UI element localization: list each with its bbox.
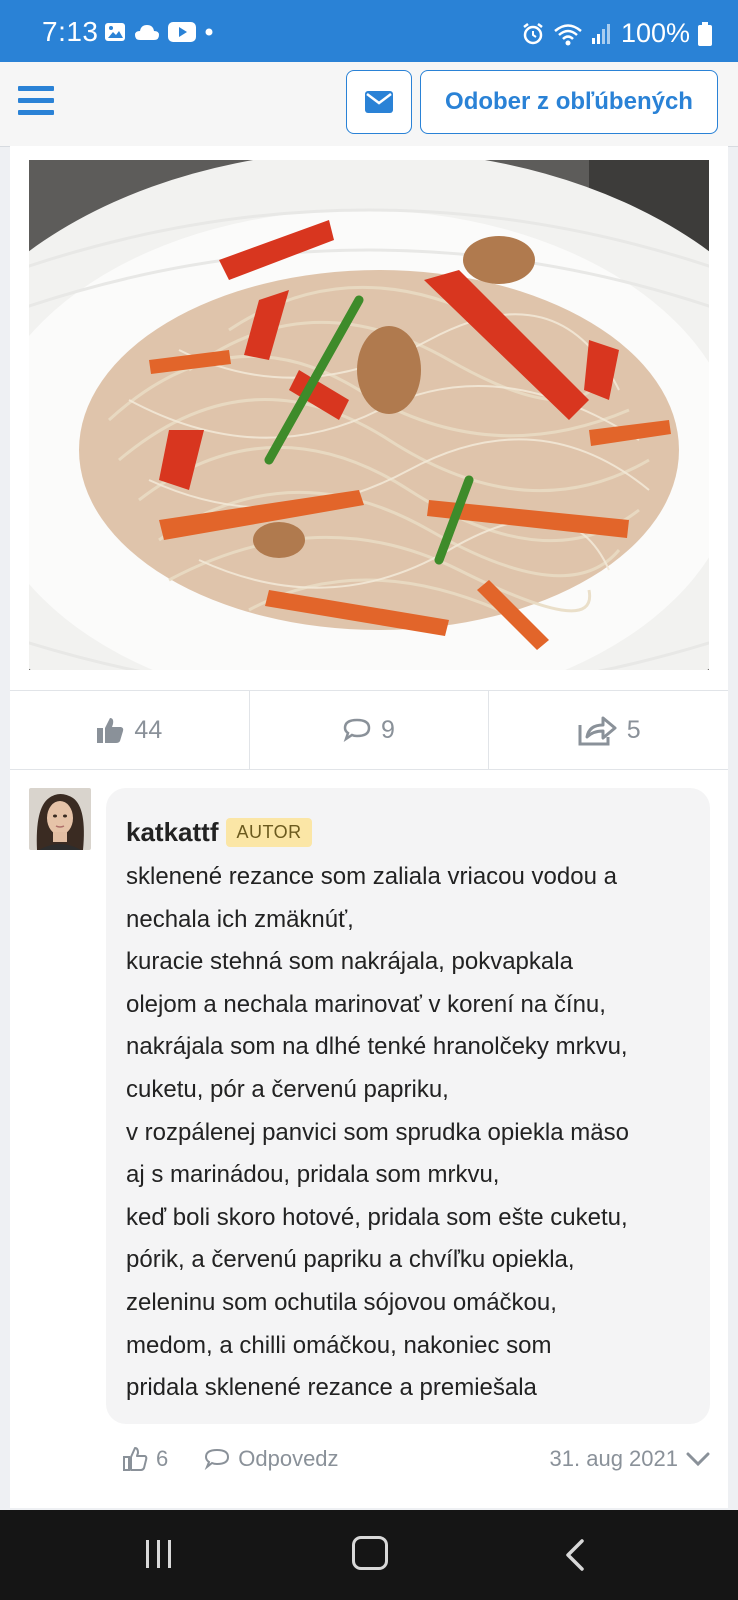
chevron-down-icon[interactable] xyxy=(686,1451,710,1467)
comment-like-button[interactable]: 6 xyxy=(122,1446,168,1472)
comment-line: medom, a chilli omáčkou, nakoniec som xyxy=(126,1331,552,1359)
share-icon xyxy=(578,716,617,746)
alarm-icon xyxy=(523,22,543,44)
comment-line: pridala sklenené rezance a premiešala xyxy=(126,1374,537,1402)
thumbs-up-outline-icon xyxy=(123,1447,148,1471)
author-badge: AUTOR xyxy=(226,817,312,847)
comment-count: 9 xyxy=(381,715,395,744)
recents-icon[interactable] xyxy=(146,1540,171,1568)
comment-line: nechala ich zmäknúť, xyxy=(126,905,354,933)
thumbs-up-icon xyxy=(97,718,124,743)
comment-line: aj s marinádou, pridala som mrkvu, xyxy=(126,1161,500,1189)
status-bar: 7:13 100% xyxy=(0,0,738,62)
message-button[interactable] xyxy=(346,70,412,134)
comment-author-row: katkattf AUTOR xyxy=(126,810,690,854)
back-icon[interactable] xyxy=(564,1538,586,1572)
status-time: 7:13 xyxy=(42,16,99,47)
comment-line: sklenené rezance som zaliala vriacou vod… xyxy=(126,863,617,890)
post-stats-bar: 44 9 5 xyxy=(10,690,728,770)
reply-bubble-icon xyxy=(204,1448,230,1471)
avatar[interactable] xyxy=(29,788,91,850)
reply-label: Odpovedz xyxy=(238,1446,339,1471)
remove-from-favorites-button[interactable]: Odober z obľúbených xyxy=(420,70,718,134)
comment-text: sklenené rezance som zaliala vriacou vod… xyxy=(126,856,690,1410)
comments-button[interactable]: 9 xyxy=(248,691,489,769)
app-header: Odober z obľúbených xyxy=(0,62,738,147)
like-button[interactable]: 44 xyxy=(10,691,249,769)
recipe-post-card: 44 9 5 katkattf AUTOR sklenené rezance s… xyxy=(10,146,728,1508)
comment-line: pórik, a červenú papriku a chvíľku opiek… xyxy=(126,1246,575,1274)
comment-author[interactable]: katkattf xyxy=(126,817,218,848)
comment-line: keď boli skoro hotové, pridala som ešte … xyxy=(126,1203,628,1231)
comment-bubble: katkattf AUTOR sklenené rezance som zali… xyxy=(106,788,710,1424)
envelope-icon xyxy=(365,91,393,113)
status-notification-icons xyxy=(104,22,214,42)
share-button[interactable]: 5 xyxy=(488,691,728,769)
wifi-icon xyxy=(554,23,582,45)
like-count: 44 xyxy=(134,715,163,744)
comment-date[interactable]: 31. aug 2021 xyxy=(550,1446,710,1472)
comment-like-count: 6 xyxy=(156,1446,169,1471)
battery-icon xyxy=(698,21,712,46)
share-count: 5 xyxy=(626,715,641,744)
reply-button[interactable]: Odpovedz xyxy=(204,1446,339,1472)
signal-icon xyxy=(591,23,610,44)
cloud-icon xyxy=(135,25,159,40)
dot-icon xyxy=(205,28,213,36)
home-icon[interactable] xyxy=(352,1536,388,1570)
hamburger-menu-icon[interactable] xyxy=(18,86,54,120)
comment-bubble-icon xyxy=(343,718,371,743)
system-navigation-bar xyxy=(0,1510,738,1600)
comment-actions: 6 Odpovedz 31. aug 2021 xyxy=(106,1434,710,1484)
youtube-icon xyxy=(168,22,196,42)
gallery-icon xyxy=(105,23,125,41)
comment-line: cuketu, pór a červenú papriku, xyxy=(126,1075,449,1103)
comment-line: v rozpálenej panvici som sprudka opiekla… xyxy=(126,1118,629,1146)
comment-line: zeleninu som ochutila sójovou omáčkou, xyxy=(126,1288,557,1316)
comment-line: olejom a nechala marinovať v korení na č… xyxy=(126,990,606,1018)
comment-line: nakrájala som na dlhé tenké hranolčeky m… xyxy=(126,1033,628,1061)
comment-line: kuracie stehná som nakrájala, pokvapkala xyxy=(126,948,573,976)
battery-level: 100% xyxy=(620,18,690,48)
recipe-photo[interactable] xyxy=(29,160,709,670)
status-system-icons: 100% xyxy=(521,18,712,49)
comment-date-text: 31. aug 2021 xyxy=(549,1446,678,1471)
